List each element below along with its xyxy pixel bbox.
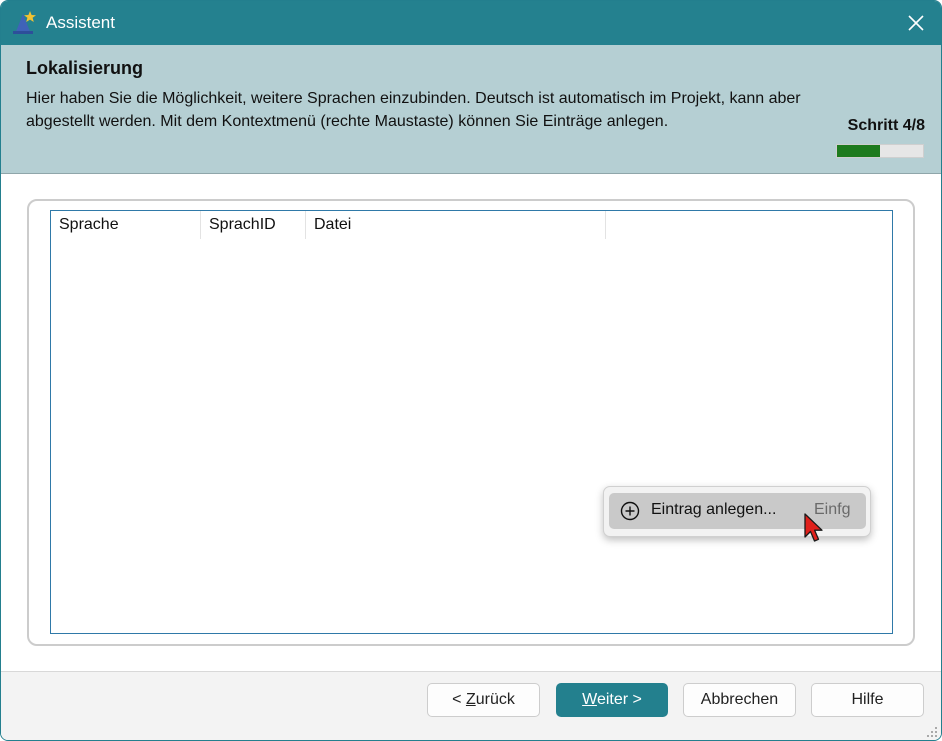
wizard-hat-icon bbox=[13, 11, 36, 34]
cancel-button[interactable]: Abbrechen bbox=[683, 683, 796, 717]
help-button[interactable]: Hilfe bbox=[811, 683, 924, 717]
column-header-datei[interactable]: Datei bbox=[306, 211, 606, 239]
mouse-cursor-icon bbox=[804, 513, 823, 542]
close-icon bbox=[908, 15, 924, 31]
page-description: Hier haben Sie die Möglichkeit, weitere … bbox=[26, 90, 801, 130]
resize-grip-icon[interactable] bbox=[926, 726, 938, 738]
menu-item-label: Eintrag anlegen... bbox=[651, 501, 777, 518]
next-button[interactable]: Weiter > bbox=[556, 683, 668, 717]
page-title: Lokalisierung bbox=[26, 58, 144, 78]
menu-item-add-entry[interactable]: Eintrag anlegen... Einfg bbox=[609, 493, 866, 529]
assistant-dialog: Assistent Lokalisierung Hier haben Sie d… bbox=[0, 0, 942, 741]
back-button-label: urück bbox=[475, 691, 515, 708]
next-button-mnemonic: W bbox=[582, 691, 597, 708]
step-progress-bar bbox=[836, 144, 924, 158]
close-button[interactable] bbox=[891, 1, 941, 45]
language-list[interactable]: Sprache SprachID Datei bbox=[50, 210, 893, 634]
step-progress-fill bbox=[837, 145, 880, 157]
step-indicator: Schritt 4/8 bbox=[847, 117, 925, 134]
wizard-header: Lokalisierung Hier haben Sie die Möglich… bbox=[1, 45, 941, 174]
back-button-prefix: < bbox=[452, 691, 466, 708]
wizard-footer: < Zurück Weiter > Abbrechen Hilfe bbox=[1, 671, 941, 740]
back-button-mnemonic: Z bbox=[465, 691, 476, 708]
context-menu: Eintrag anlegen... Einfg bbox=[603, 486, 871, 537]
window-title: Assistent bbox=[46, 13, 115, 32]
plus-circle-icon bbox=[620, 501, 640, 521]
title-bar[interactable]: Assistent bbox=[1, 1, 941, 45]
column-header-sprachid[interactable]: SprachID bbox=[201, 211, 306, 239]
column-header-sprache[interactable]: Sprache bbox=[51, 211, 201, 239]
back-button[interactable]: < Zurück bbox=[427, 683, 540, 717]
wizard-content: Sprache SprachID Datei Eintrag anlegen..… bbox=[1, 174, 941, 671]
next-button-label: eiter > bbox=[596, 691, 642, 708]
